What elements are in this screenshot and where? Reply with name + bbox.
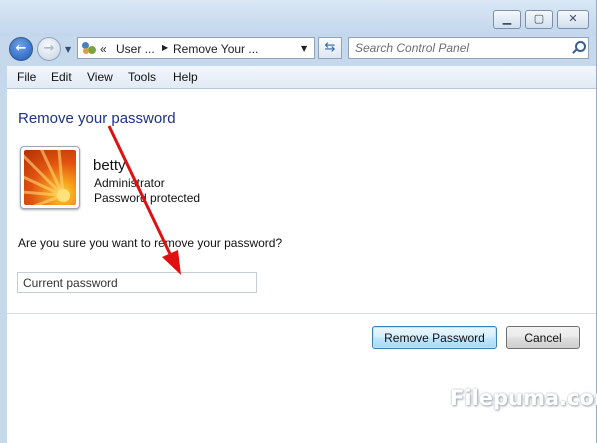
minimize-button[interactable]: ▁: [493, 10, 521, 29]
back-arrow-icon: ←: [15, 41, 27, 56]
back-button[interactable]: ←: [9, 37, 33, 61]
breadcrumb-overflow[interactable]: «: [100, 42, 107, 56]
watermark-logo: Filepuma.com: [450, 386, 597, 410]
menu-file[interactable]: File: [17, 70, 36, 84]
cancel-button[interactable]: Cancel: [506, 326, 580, 349]
breadcrumb-user-accounts[interactable]: User ...: [116, 42, 155, 56]
refresh-button[interactable]: ⇆: [318, 37, 342, 59]
menu-edit[interactable]: Edit: [51, 70, 72, 84]
menu-help[interactable]: Help: [173, 70, 198, 84]
search-input[interactable]: [355, 40, 555, 56]
maximize-icon: ▢: [533, 12, 545, 25]
close-icon: ✕: [568, 12, 578, 25]
title-bar: ▁ ▢ ✕: [0, 0, 597, 36]
breadcrumb-remove-password[interactable]: Remove Your ...: [173, 42, 258, 56]
menu-bar: File Edit View Tools Help: [7, 66, 597, 89]
user-picture-flower: [24, 150, 76, 205]
remove-password-button[interactable]: Remove Password: [372, 326, 497, 349]
confirmation-question: Are you sure you want to remove your pas…: [18, 236, 283, 250]
address-bar[interactable]: « User ... ▶ Remove Your ... ▼: [77, 37, 315, 59]
address-dropdown-icon[interactable]: ▼: [301, 44, 307, 53]
menu-view[interactable]: View: [87, 70, 113, 84]
page-title: Remove your password: [18, 110, 176, 127]
minimize-icon: ▁: [502, 12, 512, 25]
refresh-icon: ⇆: [324, 40, 336, 55]
forward-arrow-icon: →: [43, 41, 55, 56]
window: ▁ ▢ ✕ ← → ▼ « User ... ▶ Remove Your ...…: [0, 0, 597, 443]
search-box[interactable]: [348, 37, 589, 59]
breadcrumb-separator-icon[interactable]: ▶: [162, 43, 168, 52]
current-password-field[interactable]: [17, 272, 257, 293]
divider: [7, 313, 597, 314]
menu-tools[interactable]: Tools: [128, 70, 156, 84]
user-status: Password protected: [94, 191, 201, 205]
close-button[interactable]: ✕: [557, 10, 589, 29]
user-name: betty: [93, 157, 126, 174]
maximize-button[interactable]: ▢: [525, 10, 553, 29]
avatar: [20, 146, 80, 209]
control-panel-icon: [82, 41, 97, 55]
search-icon[interactable]: [571, 41, 586, 55]
user-role: Administrator: [94, 176, 165, 190]
recent-pages-dropdown-icon[interactable]: ▼: [65, 45, 71, 54]
forward-button[interactable]: →: [37, 37, 61, 61]
